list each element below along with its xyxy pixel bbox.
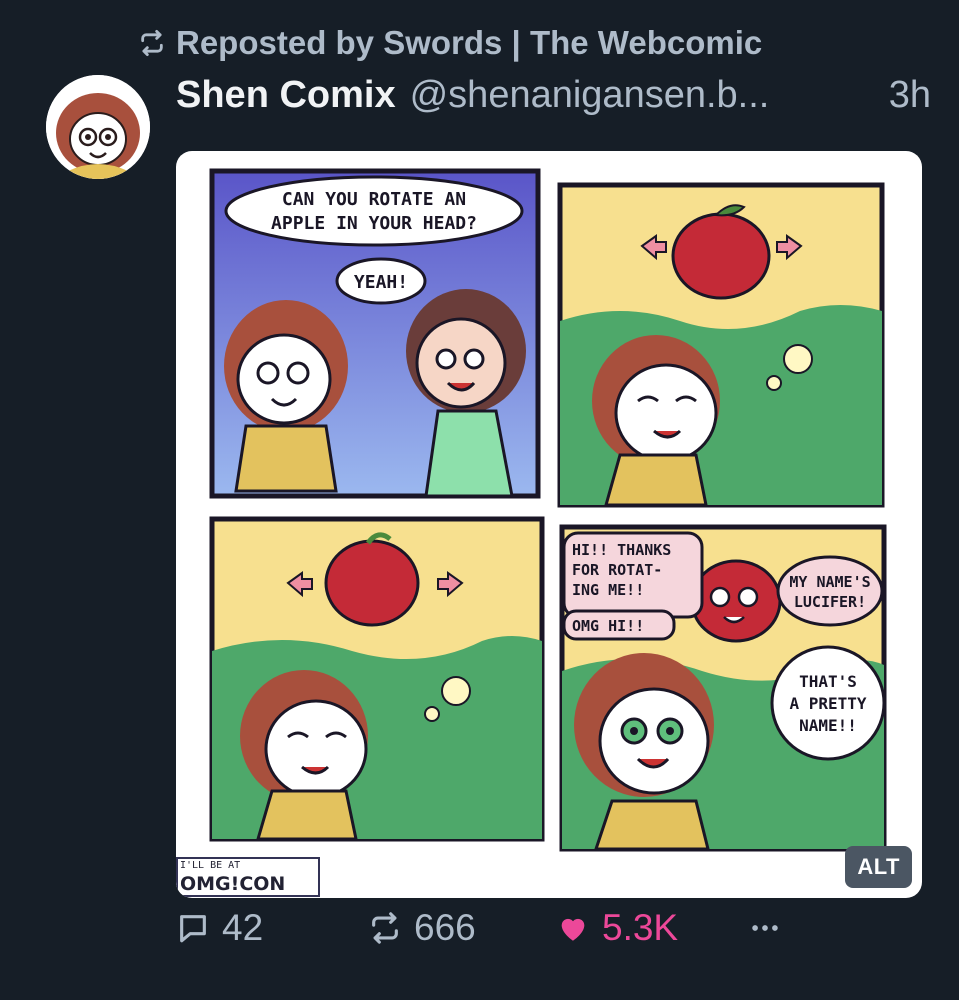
- comic-panel-1: CAN YOU ROTATE AN APPLE IN YOUR HEAD? YE…: [209, 168, 541, 499]
- comic-panel-4: HI!! THANKS FOR ROTAT- ING ME!! OMG HI!!…: [559, 524, 887, 852]
- panel1-bubble-line1: CAN YOU ROTATE AN: [282, 189, 466, 210]
- reply-icon: [180, 915, 206, 943]
- avatar-icon: [46, 75, 150, 179]
- post-header: Shen Comix @shenanigansen.b... 3h: [176, 74, 931, 117]
- post-time[interactable]: 3h: [889, 74, 931, 117]
- panel4-name-bubble-line1: MY NAME'S: [789, 573, 870, 591]
- reply-count: 42: [222, 907, 264, 948]
- convention-promo: I'LL BE AT OMG!CON 2025: [176, 857, 320, 898]
- more-icon: [752, 925, 778, 931]
- panel4-reply-bubble-line1: THAT'S: [799, 672, 857, 691]
- author-name[interactable]: Shen Comix: [176, 74, 396, 117]
- promo-line-2: OMG!CON 2025: [180, 873, 286, 898]
- repost-indicator[interactable]: Reposted by Swords | The Webcomic: [138, 24, 762, 62]
- repost-text: Reposted by Swords | The Webcomic: [176, 24, 763, 61]
- alt-text-button[interactable]: ALT: [845, 846, 912, 888]
- panel4-apple-bubble-line3: ING ME!!: [572, 581, 644, 599]
- reply-button[interactable]: 42: [176, 907, 263, 949]
- comic-panel-3: [209, 516, 545, 842]
- panel4-reply-bubble-line3: NAME!!: [799, 716, 857, 735]
- post-image[interactable]: CAN YOU ROTATE AN APPLE IN YOUR HEAD? YE…: [176, 151, 922, 898]
- repost-icon: [372, 912, 398, 944]
- more-options-button[interactable]: [748, 911, 782, 945]
- panel1-bubble-line2: APPLE IN YOUR HEAD?: [271, 213, 477, 234]
- heart-icon: [561, 918, 585, 941]
- comic-panel-2: [557, 182, 885, 508]
- like-button[interactable]: 5.3K: [556, 907, 678, 949]
- panel1-bubble-yeah: YEAH!: [354, 272, 408, 293]
- panel4-apple-bubble-line1: HI!! THANKS: [572, 541, 671, 559]
- author-handle[interactable]: @shenanigansen.b...: [410, 74, 770, 117]
- promo-line-1: I'LL BE AT: [180, 860, 241, 871]
- repost-icon: [141, 29, 163, 57]
- repost-button[interactable]: 666: [368, 907, 476, 949]
- avatar[interactable]: [46, 75, 150, 179]
- repost-count: 666: [414, 907, 476, 948]
- panel4-reply-bubble-line2: A PRETTY: [789, 694, 866, 713]
- panel4-omg-bubble: OMG HI!!: [572, 617, 644, 635]
- comic-illustration: CAN YOU ROTATE AN APPLE IN YOUR HEAD? YE…: [209, 168, 887, 852]
- like-count: 5.3K: [602, 907, 679, 948]
- panel4-name-bubble-line2: LUCIFER!: [794, 593, 866, 611]
- panel4-apple-bubble-line2: FOR ROTAT-: [572, 561, 662, 579]
